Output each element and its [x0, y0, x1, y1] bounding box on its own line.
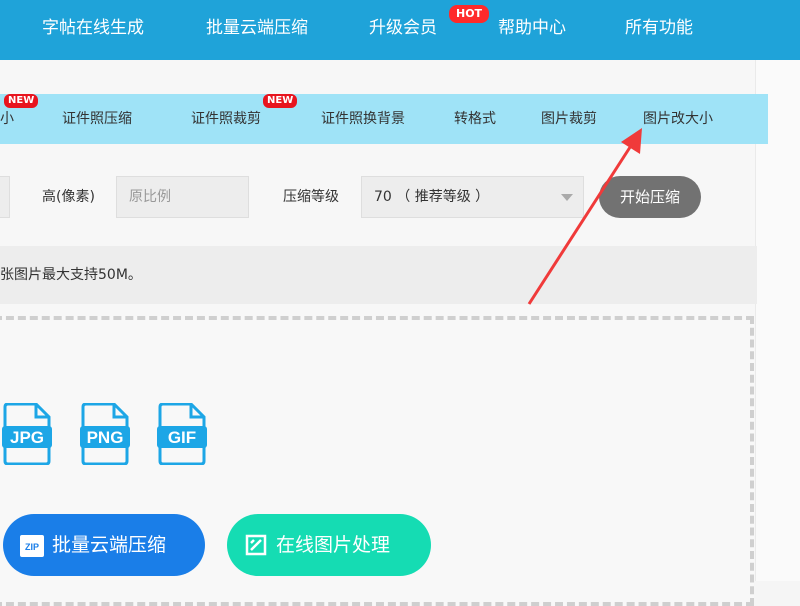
red-annotation-arrow [527, 128, 642, 305]
